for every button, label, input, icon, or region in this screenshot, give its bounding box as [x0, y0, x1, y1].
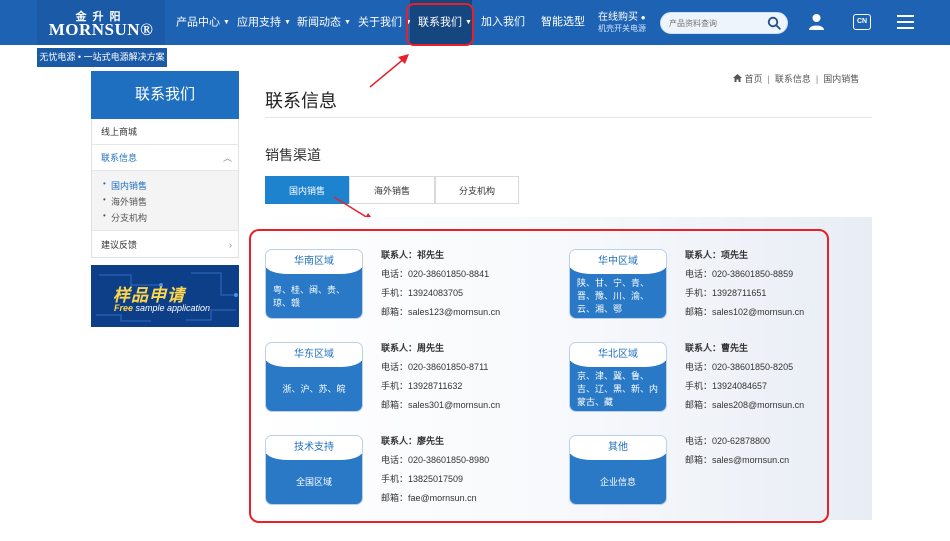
banner-subtitle: Free sample application: [114, 303, 210, 313]
breadcrumb-separator: |: [815, 74, 819, 84]
user-icon[interactable]: [808, 13, 825, 35]
chevron-up-icon: ︿: [222, 153, 232, 163]
sidebar-item-contact-info[interactable]: 联系信息 ︿: [92, 145, 238, 171]
sample-application-banner[interactable]: 样品申请 Free sample application: [91, 265, 239, 327]
nav-smart-selection[interactable]: 智能选型: [541, 0, 585, 45]
nav-application-support[interactable]: 应用支持 ▼: [237, 0, 291, 45]
search-input[interactable]: [669, 16, 764, 31]
banner-subtitle-rest: sample application: [133, 303, 211, 313]
mornsun-logo[interactable]: 金升阳 MORNSUN®: [37, 0, 165, 45]
nav-label: 智能选型: [541, 16, 585, 28]
submenu-domestic-sales[interactable]: • 国内销售: [103, 179, 148, 192]
bullet-icon: •: [103, 179, 106, 188]
slogan-banner: 无忧电源 • 一站式电源解决方案: [37, 48, 167, 67]
title-divider: [265, 117, 872, 118]
region-provinces: 全国区域: [295, 477, 332, 487]
region-card-east-china: 华东区域 浙、沪、苏、皖: [265, 342, 363, 412]
hamburger-menu-icon[interactable]: [897, 15, 914, 34]
caret-down-icon: ▼: [344, 19, 351, 26]
nav-join-us[interactable]: 加入我们: [481, 0, 525, 45]
home-icon: [733, 74, 742, 84]
submenu-branches[interactable]: • 分支机构: [103, 211, 148, 224]
chevron-right-icon: ›: [229, 240, 232, 250]
region-provinces: 浙、沪、苏、皖: [282, 384, 346, 394]
sidebar-item-label: 线上商城: [101, 127, 138, 137]
search-box: [660, 12, 788, 34]
top-navigation-bar: 金升阳 MORNSUN® 产品中心 ▼ 应用支持 ▼ 新闻动态 ▼ 关于我们 ▼ 联系我…: [0, 0, 950, 45]
sidebar-item-label: 建议反馈: [101, 240, 138, 250]
nav-products[interactable]: 产品中心 ▼: [176, 0, 230, 45]
caret-down-icon: ▼: [284, 19, 291, 26]
sidebar-title: 联系我们: [91, 71, 239, 119]
region-card-central-china: 华中区域 陕、甘、宁、青、晋、豫、川、渝、云、湘、鄂: [569, 249, 667, 319]
nav-label: 加入我们: [481, 16, 525, 28]
region-card-tech-support: 技术支持 全国区域: [265, 435, 363, 505]
region-provinces: 京、津、冀、鲁、吉、辽、黑、新、内蒙古、藏: [577, 371, 659, 407]
region-title: 华中区域: [570, 250, 666, 274]
section-title: 销售渠道: [265, 147, 321, 163]
nav-label: 应用支持: [237, 16, 281, 29]
submenu-overseas-sales[interactable]: • 海外销售: [103, 195, 148, 208]
sidebar-submenu: • 国内销售 • 海外销售 • 分支机构: [92, 171, 238, 231]
tab-branches[interactable]: 分支机构: [435, 176, 519, 204]
online-purchase-title: 在线购买: [598, 12, 638, 23]
nav-label: 关于我们: [358, 16, 402, 29]
sidebar-item-feedback[interactable]: 建议反馈 ›: [92, 232, 238, 258]
region-title: 华北区域: [570, 343, 666, 367]
breadcrumb-separator: |: [767, 74, 770, 84]
bullet-icon: •: [103, 195, 106, 204]
banner-subtitle-free: Free: [114, 303, 134, 313]
language-switch-button[interactable]: CN: [853, 14, 871, 30]
region-title: 华东区域: [266, 343, 362, 367]
sidebar-item-label: 联系信息: [101, 153, 138, 163]
region-title: 华南区域: [266, 250, 362, 274]
logo-english: MORNSUN®: [48, 20, 154, 39]
region-provinces: 企业信息: [599, 477, 636, 487]
region-provinces: 陕、甘、宁、青、晋、豫、川、渝、云、湘、鄂: [577, 278, 650, 314]
region-title: 技术支持: [266, 436, 362, 460]
annotation-arrow-nav: [369, 54, 409, 88]
region-card-other: 其他 企业信息: [569, 435, 667, 505]
nav-label: 新闻动态: [297, 16, 341, 29]
chat-bubble-icon: ●: [640, 13, 646, 22]
online-purchase-subtitle: 机壳开关电源: [598, 24, 646, 33]
sidebar-menu: 线上商城 联系信息 ︿ • 国内销售 • 海外销售 • 分支机构 建议反馈 ›: [91, 119, 239, 258]
nav-highlight-box: [406, 3, 474, 46]
nav-news[interactable]: 新闻动态 ▼: [297, 0, 351, 45]
breadcrumb-home[interactable]: 首页: [745, 74, 763, 84]
search-icon[interactable]: [767, 16, 781, 35]
online-purchase-link[interactable]: 在线购买 ● 机壳开关电源: [598, 12, 646, 34]
breadcrumb-current: 国内销售: [823, 74, 860, 84]
bullet-icon: •: [103, 211, 106, 220]
sidebar-item-online-store[interactable]: 线上商城: [92, 119, 238, 145]
region-title: 其他: [570, 436, 666, 460]
region-card-north-china: 华北区域 京、津、冀、鲁、吉、辽、黑、新、内蒙古、藏: [569, 342, 667, 412]
submenu-label: 国内销售: [111, 181, 148, 191]
region-card-south-china: 华南区域 粤、桂、闽、贵、琼、赣: [265, 249, 363, 319]
region-provinces: 粤、桂、闽、贵、琼、赣: [273, 284, 346, 308]
page-title: 联系信息: [265, 91, 337, 111]
breadcrumb-contact-info[interactable]: 联系信息: [775, 74, 811, 84]
submenu-label: 分支机构: [111, 213, 148, 223]
caret-down-icon: ▼: [223, 19, 230, 26]
breadcrumb: 首页 | 联系信息 | 国内销售: [733, 72, 859, 85]
nav-label: 产品中心: [176, 16, 220, 29]
nav-about-us[interactable]: 关于我们 ▼: [358, 0, 412, 45]
submenu-label: 海外销售: [111, 197, 148, 207]
